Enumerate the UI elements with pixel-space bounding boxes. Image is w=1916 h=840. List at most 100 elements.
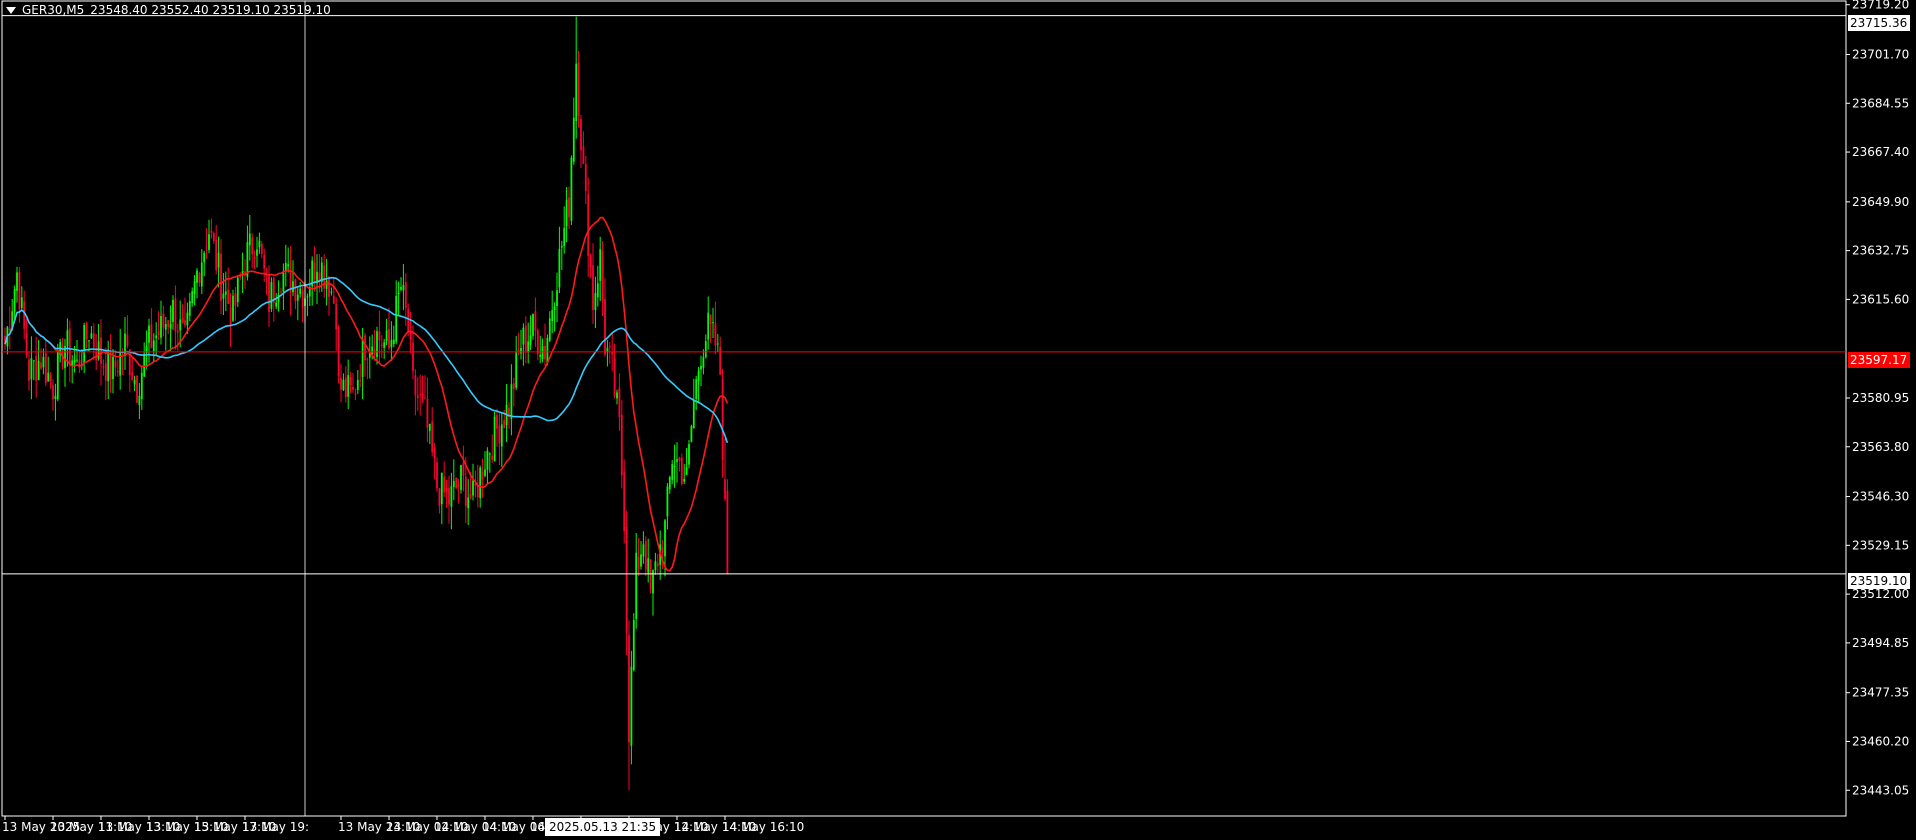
candle-body [618, 388, 621, 418]
y-tick-label: 23615.60 [1852, 292, 1909, 306]
candle-body [644, 540, 647, 570]
candle-body [556, 290, 558, 307]
candle-body [424, 397, 426, 399]
candle-body [445, 488, 448, 492]
candle-body [40, 362, 42, 369]
candle-body [203, 252, 206, 263]
candle-body [181, 317, 184, 323]
candle-body [664, 520, 666, 557]
candle-body [678, 457, 681, 461]
candle-body [589, 256, 592, 268]
candle-body [443, 476, 446, 493]
y-tick-label: 23477.35 [1852, 686, 1909, 700]
y-tick-label: 23701.70 [1852, 47, 1909, 61]
candle-body [294, 279, 297, 302]
horizontal-lines [2, 1, 1846, 816]
y-tick-label: 23460.20 [1852, 734, 1909, 748]
candle-body [256, 249, 258, 256]
candle-body [707, 312, 710, 340]
candle-body [395, 296, 398, 342]
candle-body [78, 359, 81, 368]
candle-body [709, 314, 712, 325]
candle-body [383, 342, 386, 348]
candle-body [688, 444, 690, 465]
candle-body [577, 62, 580, 116]
candle-body [263, 254, 266, 269]
candle-body [613, 358, 616, 396]
candle-body [704, 341, 707, 358]
candle-body [116, 371, 119, 373]
candle-body [49, 374, 52, 382]
candle-body [676, 459, 678, 462]
candle-body [378, 331, 381, 341]
price-chart[interactable]: 23719.20 23701.70 23684.55 23667.40 23649.90… [0, 0, 1916, 840]
candle-body [42, 356, 45, 368]
candle-body [460, 465, 462, 490]
candle-body [340, 378, 342, 390]
candle-body [280, 291, 282, 293]
candle-body [661, 547, 664, 553]
candle-body [680, 457, 683, 484]
candle-body [268, 274, 270, 312]
candle-body [558, 248, 561, 288]
candle-body [131, 372, 134, 381]
candle-body [544, 345, 546, 360]
candle-body [510, 384, 513, 420]
candle-body [56, 351, 59, 400]
candle-body [433, 448, 436, 459]
candle-body [714, 323, 717, 346]
candle-body [191, 291, 194, 304]
candle-body [500, 424, 503, 447]
y-tick-label: 23529.15 [1852, 538, 1909, 552]
chart-title[interactable]: GER30,M5 23548.40 23552.40 23519.10 2351… [6, 3, 331, 17]
candle-body [8, 328, 11, 331]
candle-body [532, 313, 534, 336]
candle-body [313, 262, 316, 280]
price-axis: 23719.20 23701.70 23684.55 23667.40 23649.90… [1846, 0, 1909, 797]
candle-body [404, 282, 407, 309]
candle-body [587, 193, 590, 256]
candle-body [572, 117, 575, 162]
candle-body [212, 232, 215, 242]
candle-body [520, 347, 522, 354]
candle-body [208, 234, 210, 250]
candle-body [83, 325, 86, 363]
candle-body [421, 392, 424, 398]
candle-body [568, 197, 570, 218]
candle-body [328, 276, 330, 297]
candle-body [167, 320, 170, 328]
candle-body [637, 556, 640, 569]
candle-body [352, 387, 354, 390]
candle-body [232, 295, 234, 321]
candle-body [23, 301, 26, 329]
time-axis: 13 May 202513 May 11:1013 May 13:1013 Ma… [2, 816, 804, 834]
candle-body [457, 484, 460, 487]
candle-body [596, 283, 599, 298]
candle-body [112, 356, 114, 380]
candle-body [594, 293, 597, 311]
candle-body [292, 281, 294, 293]
y-tick-label: 23632.75 [1852, 244, 1909, 258]
chevron-down-icon[interactable] [6, 6, 16, 14]
candle-body [301, 291, 304, 308]
candle-body [592, 265, 594, 310]
candle-body [361, 338, 364, 377]
candle-body [484, 469, 486, 476]
candle-body [371, 346, 374, 355]
candle-body [366, 358, 369, 360]
candle-body [640, 554, 642, 567]
candle-body [44, 353, 47, 384]
candle-body [620, 414, 623, 476]
candle-body [215, 239, 218, 271]
cursor-time-label: 2025.05.13 21:35 [545, 818, 661, 836]
plot-border [1, 0, 1847, 817]
candle-body [282, 272, 285, 292]
candle-body [248, 233, 251, 246]
candle-body [476, 484, 479, 497]
candle-body [503, 420, 506, 429]
candle-body [164, 324, 167, 330]
candle-body [385, 330, 388, 341]
candle-body [575, 63, 578, 122]
candle-body [467, 497, 470, 509]
candle-body [388, 329, 390, 349]
